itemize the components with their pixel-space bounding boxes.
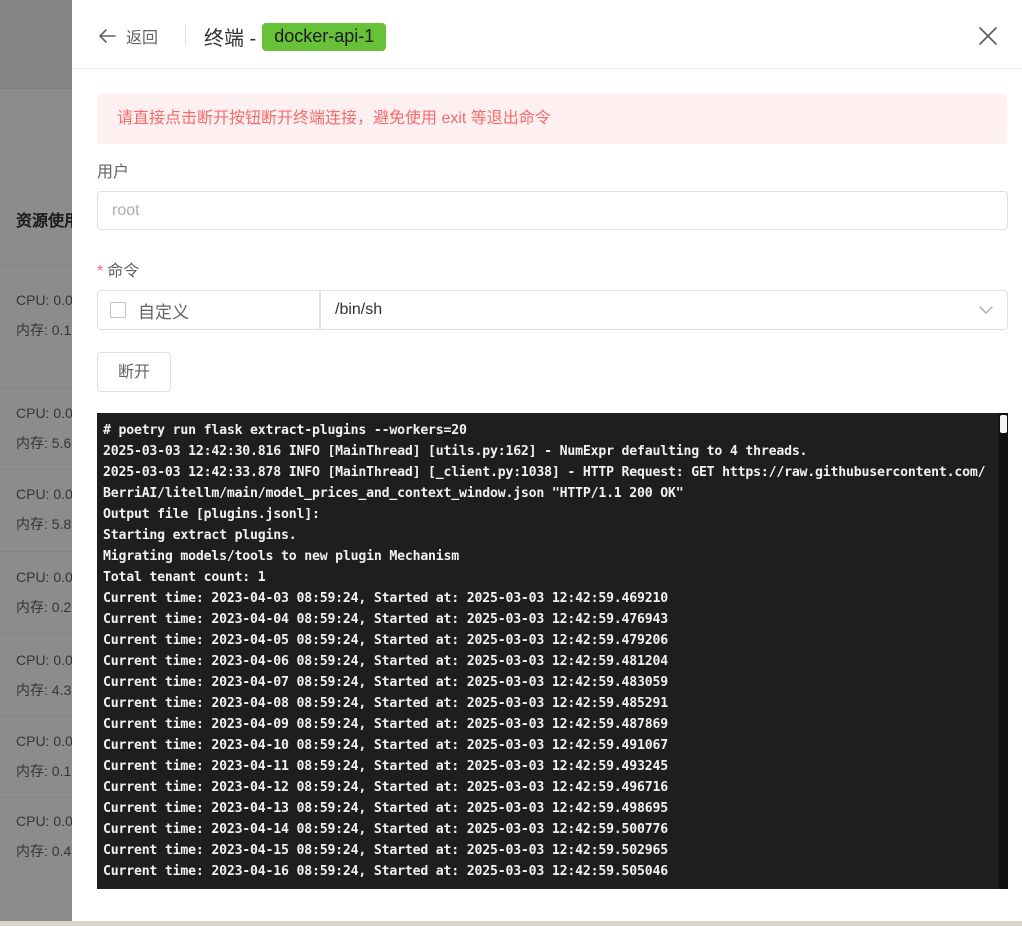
terminal-line: Current time: 2023-04-10 08:59:24, Start… xyxy=(103,738,668,753)
chevron-down-icon xyxy=(979,306,993,314)
scrollbar-thumb[interactable] xyxy=(1000,415,1007,433)
terminal-line: Current time: 2023-04-06 08:59:24, Start… xyxy=(103,654,668,669)
terminal-line: Current time: 2023-04-07 08:59:24, Start… xyxy=(103,675,668,690)
checkbox-icon[interactable] xyxy=(110,302,126,318)
terminal-line: 2025-03-03 12:42:30.816 INFO [MainThread… xyxy=(103,444,808,459)
terminal-line: Current time: 2023-04-14 08:59:24, Start… xyxy=(103,822,668,837)
required-mark: * xyxy=(97,263,104,280)
user-input[interactable]: root xyxy=(97,191,1008,230)
close-icon[interactable] xyxy=(977,25,999,47)
warning-alert: 请直接点击断开按钮断开终端连接，避免使用 exit 等退出命令 xyxy=(97,94,1007,144)
terminal-line: Output file [plugins.jsonl]: xyxy=(103,507,320,522)
header-divider xyxy=(185,25,186,45)
terminal-line: Starting extract plugins. xyxy=(103,528,297,543)
command-select-value: /bin/sh xyxy=(335,301,383,318)
terminal-output[interactable]: # poetry run flask extract-plugins --wor… xyxy=(97,413,1008,889)
custom-label: 自定义 xyxy=(138,302,189,322)
terminal-line: Current time: 2023-04-16 08:59:24, Start… xyxy=(103,864,668,879)
terminal-line: Current time: 2023-04-05 08:59:24, Start… xyxy=(103,633,668,648)
terminal-line: Current time: 2023-04-09 08:59:24, Start… xyxy=(103,717,668,732)
drawer-header: 返回 终端 - docker-api-1 xyxy=(72,0,1022,69)
terminal-scrollbar[interactable] xyxy=(999,413,1008,889)
back-button[interactable]: 返回 xyxy=(98,24,158,48)
terminal-line: Current time: 2023-04-03 08:59:24, Start… xyxy=(103,591,668,606)
bottom-strip xyxy=(0,921,1022,926)
terminal-line: Total tenant count: 1 xyxy=(103,570,266,585)
command-select[interactable]: /bin/sh xyxy=(320,290,1008,330)
container-tag: docker-api-1 xyxy=(262,22,387,51)
terminal-line: Current time: 2023-04-11 08:59:24, Start… xyxy=(103,759,668,774)
disconnect-button[interactable]: 断开 xyxy=(97,352,171,392)
terminal-line: Current time: 2023-04-12 08:59:24, Start… xyxy=(103,780,668,795)
terminal-line: Current time: 2023-04-08 08:59:24, Start… xyxy=(103,696,668,711)
back-label: 返回 xyxy=(126,30,159,47)
terminal-line: Migrating models/tools to new plugin Mec… xyxy=(103,549,460,564)
custom-checkbox[interactable]: 自定义 xyxy=(97,290,320,330)
user-label: 用户 xyxy=(97,164,130,181)
terminal-line: Current time: 2023-04-04 08:59:24, Start… xyxy=(103,612,668,627)
command-label: 命令 xyxy=(107,263,140,280)
terminal-line: Current time: 2023-04-15 08:59:24, Start… xyxy=(103,843,668,858)
arrow-left-icon xyxy=(99,29,116,43)
terminal-line: 2025-03-03 12:42:33.878 INFO [MainThread… xyxy=(103,465,986,501)
command-label-row: * 命令 xyxy=(97,257,139,281)
terminal-drawer: 返回 终端 - docker-api-1 请直接点击断开按钮断开终端连接，避免使… xyxy=(72,0,1022,921)
terminal-lines: # poetry run flask extract-plugins --wor… xyxy=(103,420,988,882)
terminal-line: Current time: 2023-04-13 08:59:24, Start… xyxy=(103,801,668,816)
page-title: 终端 - docker-api-1 xyxy=(204,22,387,51)
title-text: 终端 - xyxy=(204,28,257,50)
terminal-line: # poetry run flask extract-plugins --wor… xyxy=(103,423,467,438)
